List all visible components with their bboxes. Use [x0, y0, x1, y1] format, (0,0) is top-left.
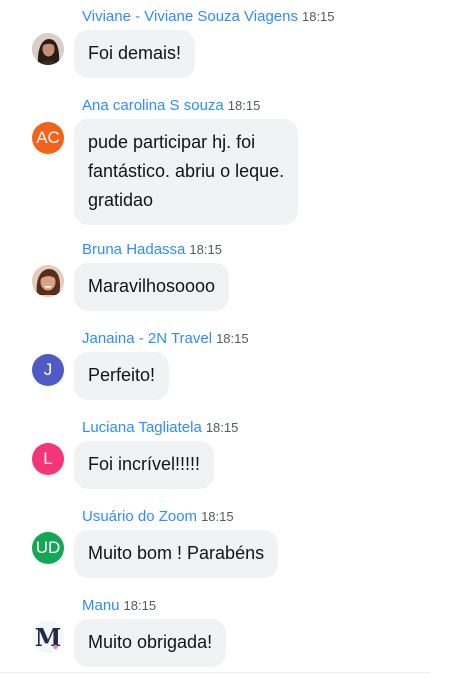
avatar-photo[interactable] — [32, 33, 64, 65]
sender-name[interactable]: Janaina - 2N Travel — [82, 330, 212, 347]
message-time: 18:15 — [301, 9, 335, 24]
avatar-initials[interactable]: J — [32, 354, 64, 386]
sender-name[interactable]: Usuário do Zoom — [82, 508, 197, 525]
avatar-logo[interactable]: M — [32, 621, 64, 653]
message-header: Viviane - Viviane Souza Viagens 18:15 — [82, 8, 335, 26]
woman-smiling-photo-icon — [32, 265, 64, 297]
message-time: 18:15 — [216, 331, 249, 346]
message-line: gratidao — [88, 190, 154, 210]
message-header: Janaina - 2N Travel 18:15 — [82, 330, 249, 348]
avatar-photo[interactable] — [32, 265, 64, 297]
message-bubble[interactable]: Muito obrigada! — [74, 619, 227, 667]
message-header: Ana carolina S souza 18:15 — [82, 97, 260, 115]
message-time: 18:15 — [205, 420, 239, 435]
message-bubble[interactable]: pude participar hj. foi fantástico. abri… — [74, 119, 299, 225]
message-header: Manu 18:15 — [82, 597, 156, 615]
message-time: 18:15 — [201, 509, 234, 524]
divider — [0, 672, 430, 673]
message-bubble[interactable]: Muito bom ! Parabéns — [74, 530, 279, 578]
sender-name[interactable]: Viviane - Viviane Souza Viagens — [82, 8, 298, 25]
message-bubble[interactable]: Perfeito! — [74, 352, 170, 400]
woman-dark-hair-photo-icon — [32, 33, 64, 65]
message-time: 18:15 — [227, 98, 261, 113]
message-header: Usuário do Zoom 18:15 — [82, 508, 234, 526]
message-line: pude participar hj. foi — [88, 132, 256, 152]
message-header: Bruna Hadassa 18:15 — [82, 241, 222, 259]
avatar-initials[interactable]: AC — [32, 122, 64, 154]
chat-message-list[interactable]: Viviane - Viviane Souza Viagens 18:15 Foi… — [0, 0, 451, 679]
message-line: fantástico. abriu o leque. — [88, 161, 285, 181]
message-bubble[interactable]: Maravilhosoooo — [74, 263, 230, 311]
message-time: 18:15 — [123, 598, 157, 613]
sender-name[interactable]: Luciana Tagliatela — [82, 419, 202, 436]
sender-name[interactable]: Bruna Hadassa — [82, 241, 185, 258]
message-header: Luciana Tagliatela 18:15 — [82, 419, 238, 437]
message-bubble[interactable]: Foi demais! — [74, 30, 196, 78]
manu-logo-icon: M — [32, 621, 64, 653]
sender-name[interactable]: Manu — [82, 597, 120, 614]
message-bubble[interactable]: Foi incrível!!!!! — [74, 441, 215, 489]
message-time: 18:15 — [189, 242, 222, 257]
sender-name[interactable]: Ana carolina S souza — [82, 97, 224, 114]
avatar-initials[interactable]: UD — [32, 532, 64, 564]
avatar-initials[interactable]: L — [32, 443, 64, 475]
